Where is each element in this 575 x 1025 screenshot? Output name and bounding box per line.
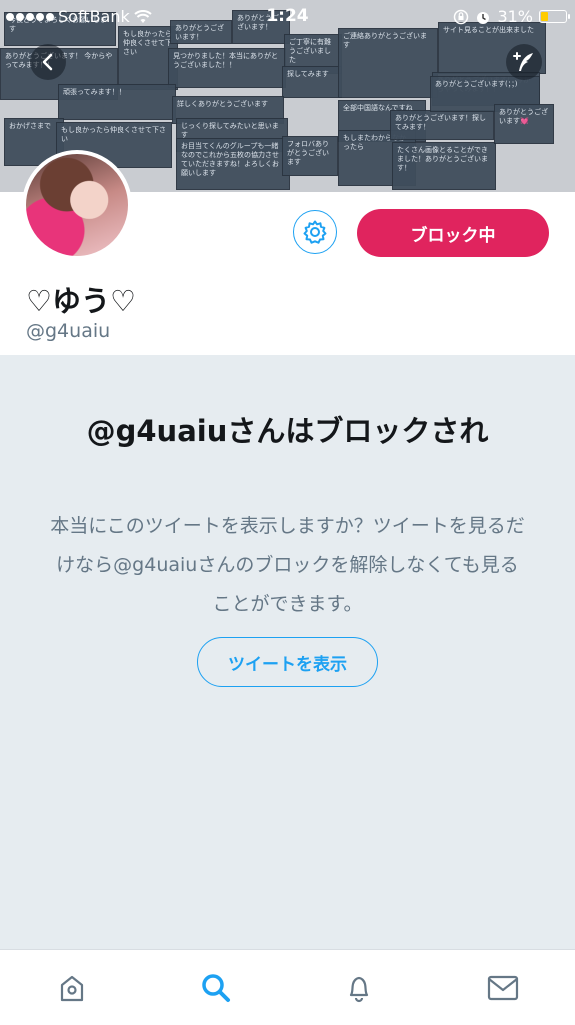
banner-note: フォロバありがとうございます	[282, 136, 338, 176]
tab-bar	[0, 949, 575, 1025]
banner-note: たくさん画像とることができました！ありがとうございます！	[392, 142, 496, 190]
status-bar: SoftBank 1:24 31%	[0, 0, 575, 34]
avatar[interactable]	[22, 150, 132, 260]
tab-search[interactable]	[144, 950, 288, 1025]
blocked-description: 本当にこのツイートを表示しますか？ツイートを見るだけなら@g4uaiuさんのブロ…	[50, 515, 525, 615]
tab-notifications[interactable]	[288, 950, 432, 1025]
chevron-left-icon	[42, 53, 53, 71]
display-name: ♡ゆう♡	[26, 284, 136, 318]
banner-note: ありがとうございます💓	[494, 104, 554, 144]
view-tweets-button[interactable]: ツイートを表示	[197, 637, 378, 687]
search-icon	[201, 973, 230, 1002]
blocked-title: @g4uaiuさんはブロックされ	[86, 414, 489, 448]
compose-tweet-button[interactable]	[506, 44, 542, 80]
status-right: 31%	[453, 7, 570, 26]
envelope-icon	[488, 975, 519, 1000]
settings-button[interactable]	[293, 210, 337, 254]
tab-home[interactable]	[0, 950, 144, 1025]
tab-messages[interactable]	[431, 950, 575, 1025]
banner-note: 見つかりました！本当にありがとうございました！！	[168, 48, 286, 88]
battery-icon	[539, 10, 570, 23]
home-icon	[60, 975, 83, 1001]
compose-feather-icon	[513, 52, 533, 71]
battery-percent: 31%	[497, 7, 533, 26]
user-handle: @g4uaiu	[26, 320, 111, 342]
back-button[interactable]	[30, 44, 66, 80]
alarm-icon	[477, 11, 490, 24]
bell-icon	[350, 976, 369, 1002]
banner-note: お目当てくんのグループも一緒なのでこれから五枚の協力させていただきますね！よろし…	[176, 138, 290, 190]
gear-icon	[303, 220, 327, 244]
banner-note: 頑張ってみます！！	[58, 84, 176, 120]
banner-note: ご連絡ありがとうございます	[338, 28, 438, 98]
banner-note: 探してみます	[282, 66, 342, 98]
blocked-notice: @g4uaiuさんはブロックされ 本当にこのツイートを表示しますか？ツイートを見…	[0, 355, 575, 949]
blocked-button[interactable]: ブロック中	[357, 209, 549, 257]
rotation-lock-icon	[454, 9, 469, 24]
banner-note: ありがとうございます！探してみます！	[390, 110, 494, 140]
